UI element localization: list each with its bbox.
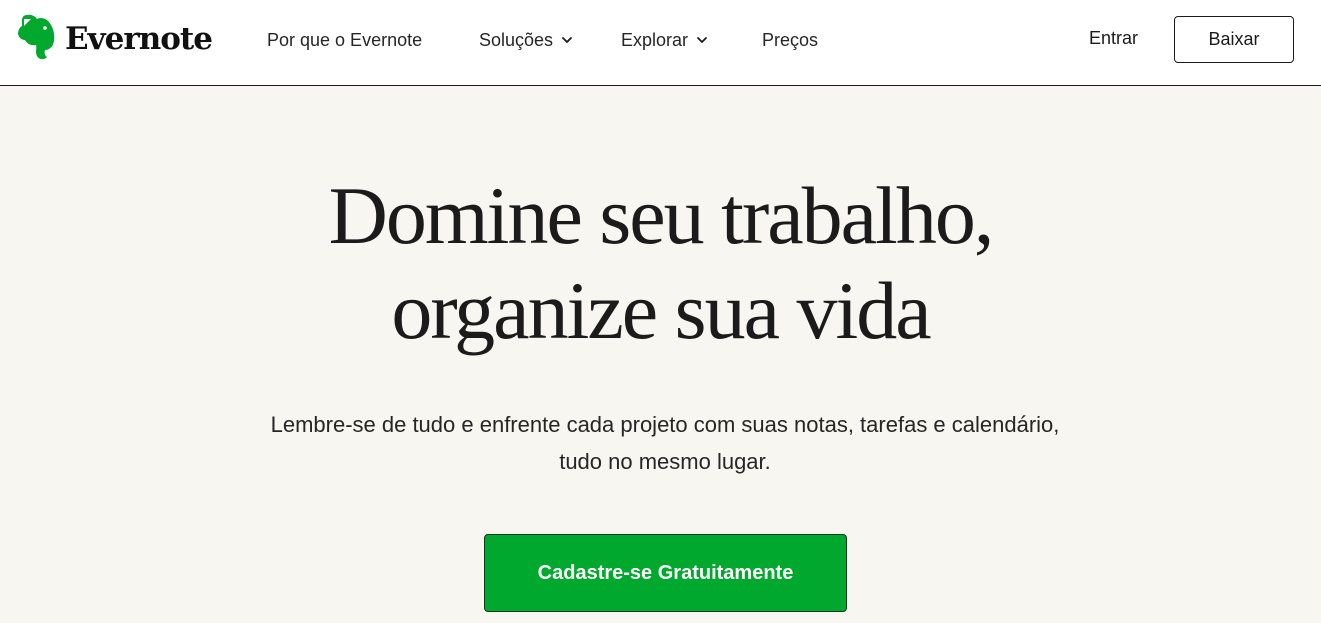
nav-explore-label: Explorar	[621, 29, 689, 50]
top-navigation-bar: Evernote Por que o Evernote Soluções Exp…	[0, 0, 1321, 86]
hero-subtitle: Lembre-se de tudo e enfrente cada projet…	[270, 412, 1060, 474]
chevron-down-icon	[697, 37, 707, 43]
nav-solutions-label: Soluções	[479, 29, 554, 50]
chevron-down-icon	[562, 37, 572, 43]
hero-title: Domine seu trabalho, organize sua vida	[0, 168, 1321, 358]
brand-name: Evernote	[65, 21, 213, 57]
nav-pricing-label: Preços	[762, 29, 819, 50]
signup-free-button[interactable]: Cadastre-se Gratuitamente	[484, 534, 847, 612]
hero-title-line-1: Domine seu trabalho,	[328, 170, 995, 261]
nav-pricing[interactable]: Preços	[762, 28, 818, 52]
evernote-logo-link[interactable]: Evernote	[18, 14, 213, 65]
nav-why-evernote[interactable]: Por que o Evernote	[267, 28, 422, 52]
evernote-elephant-icon	[18, 14, 56, 65]
nav-solutions-menu[interactable]: Soluções	[479, 28, 573, 52]
signin-link[interactable]: Entrar	[1089, 28, 1138, 49]
download-button[interactable]: Baixar	[1174, 16, 1294, 63]
hero-title-line-2: organize sua vida	[391, 265, 931, 356]
nav-explore-menu[interactable]: Explorar	[621, 28, 708, 52]
nav-why-evernote-label: Por que o Evernote	[267, 29, 423, 50]
